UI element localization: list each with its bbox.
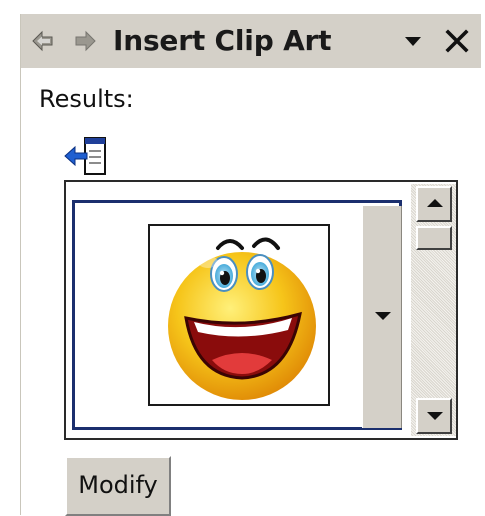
back-to-results-icon[interactable]	[61, 134, 109, 180]
clip-art-result-item[interactable]	[72, 200, 402, 430]
scroll-up-button[interactable]	[416, 186, 452, 222]
chevron-down-icon	[375, 312, 391, 320]
taskpane-title-bar: Insert Clip Art	[21, 14, 481, 68]
clip-results-list[interactable]	[64, 180, 458, 440]
smiley-face-clip-art[interactable]	[148, 224, 330, 406]
clip-item-dropdown-button[interactable]	[362, 206, 402, 428]
scroll-down-arrow-icon	[427, 412, 443, 420]
back-arrow-icon[interactable]	[31, 29, 55, 53]
scroll-thumb[interactable]	[416, 226, 452, 250]
modify-button[interactable]: Modify	[65, 456, 171, 516]
forward-arrow-icon[interactable]	[73, 29, 97, 53]
scroll-down-button[interactable]	[416, 398, 452, 434]
close-icon[interactable]	[444, 28, 470, 54]
taskpane-title: Insert Clip Art	[113, 24, 332, 57]
chevron-down-icon[interactable]	[401, 29, 425, 53]
scroll-up-arrow-icon	[427, 199, 443, 207]
insert-clip-art-taskpane: Insert Clip Art Results: Modify	[20, 14, 481, 516]
results-label: Results:	[39, 85, 134, 113]
smiley-face-icon	[168, 237, 316, 400]
results-scrollbar[interactable]	[411, 184, 456, 436]
